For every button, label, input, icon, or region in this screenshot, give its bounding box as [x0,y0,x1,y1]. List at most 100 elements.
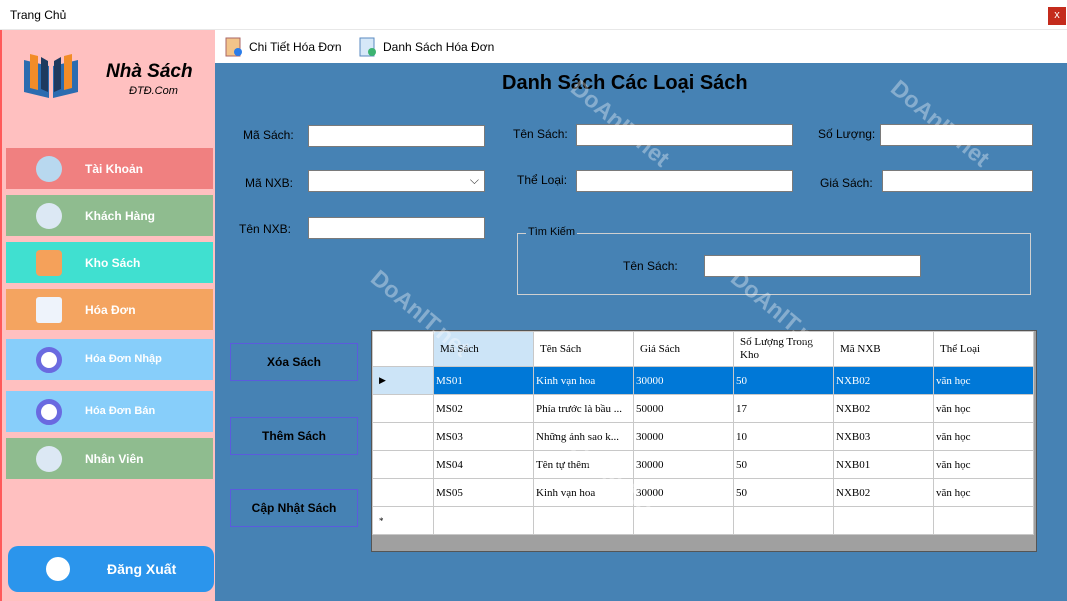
table-cell[interactable]: văn học [933,450,1034,479]
table-cell[interactable]: Phía trước là bầu ... [533,394,634,423]
table-cell[interactable]: 30000 [633,478,734,507]
ma-nxb-label: Mã NXB: [245,176,294,190]
table-cell[interactable] [733,506,834,535]
table-cell[interactable]: MS01 [433,366,534,395]
sidebar-item-khach-hang[interactable]: Khách Hàng [6,195,213,236]
book-logo-icon [24,54,78,98]
sidebar-item-label: Hóa Đơn Nhập [85,353,162,365]
table-cell[interactable] [633,506,734,535]
table-cell[interactable]: Kinh vạn hoa [533,366,634,395]
main-panel: Danh Sách Các Loại Sách Mã Sách: Tên Sác… [215,63,1067,601]
ma-sach-input[interactable] [308,125,485,147]
table-cell[interactable]: văn học [933,394,1034,423]
close-button[interactable]: x [1048,7,1066,25]
search-input[interactable] [704,255,921,277]
sidebar-item-hoa-don-ban[interactable]: Hóa Đơn Bán [6,391,213,432]
column-header[interactable]: Thể Loại [933,331,1034,367]
logout-label: Đăng Xuất [107,561,177,577]
menu-danh-sach-hoa-don[interactable]: Danh Sách Hóa Đơn [358,36,498,58]
employee-icon [36,446,62,472]
table-cell[interactable] [533,506,634,535]
search-groupbox: Tìm Kiếm Tên Sách: [517,226,1031,295]
table-cell[interactable]: MS03 [433,422,534,451]
table-cell[interactable]: 30000 [633,450,734,479]
title-bar: Trang Chủ x [0,0,1067,30]
table-cell[interactable]: Những ảnh sao k... [533,422,634,451]
table-cell[interactable]: văn học [933,422,1034,451]
customer-icon [36,203,62,229]
sidebar: Nhà Sách ĐTĐ.Com Tài Khoản Khách Hàng Kh… [0,30,215,601]
table-cell[interactable]: 50 [733,478,834,507]
sidebar-item-nhan-vien[interactable]: Nhân Viên [6,438,213,479]
table-cell[interactable]: MS02 [433,394,534,423]
table-cell[interactable]: NXB01 [833,450,934,479]
sidebar-item-kho-sach[interactable]: Kho Sách [6,242,213,283]
logout-button[interactable]: Đăng Xuất [8,546,214,592]
search-legend: Tìm Kiếm [526,226,578,238]
ten-nxb-input[interactable] [308,217,485,239]
brand-name: Nhà Sách [106,61,193,82]
update-book-button[interactable]: Cập Nhật Sách [230,489,358,527]
table-row[interactable]: ▶ MS01 Kinh vạn hoa 30000 50 NXB02 văn h… [372,366,1034,395]
table-row[interactable]: MS03 Những ảnh sao k... 30000 10 NXB03 v… [372,422,1034,451]
so-luong-input[interactable] [880,124,1033,146]
table-cell[interactable]: MS05 [433,478,534,507]
table-cell[interactable] [833,506,934,535]
delete-book-button[interactable]: Xóa Sách [230,343,358,381]
sidebar-item-tai-khoan[interactable]: Tài Khoản [6,148,213,189]
user-key-icon [36,156,62,182]
new-row-icon: * [379,515,384,526]
row-header[interactable] [372,450,434,479]
the-loai-input[interactable] [576,170,793,192]
table-cell[interactable] [433,506,534,535]
table-cell[interactable]: NXB03 [833,422,934,451]
row-header[interactable]: ▶ [372,366,434,395]
table-cell[interactable]: 50000 [633,394,734,423]
column-header[interactable]: Số Lượng Trong Kho [733,331,834,367]
books-grid[interactable]: Mã Sách Tên Sách Giá Sách Số Lượng Trong… [371,330,1037,552]
table-cell[interactable]: NXB02 [833,394,934,423]
column-header[interactable]: Giá Sách [633,331,734,367]
table-cell[interactable]: 50 [733,450,834,479]
sidebar-item-label: Hóa Đơn [85,303,136,317]
table-cell[interactable]: văn học [933,478,1034,507]
table-cell[interactable]: 17 [733,394,834,423]
table-cell[interactable]: văn học [933,366,1034,395]
sidebar-item-hoa-don-nhap[interactable]: Hóa Đơn Nhập [6,339,213,380]
gia-sach-label: Giá Sách: [820,176,873,190]
ma-sach-label: Mã Sách: [243,128,294,142]
table-row[interactable]: MS02 Phía trước là bầu ... 50000 17 NXB0… [372,394,1034,423]
table-cell[interactable]: 10 [733,422,834,451]
the-loai-label: Thể Loại: [517,173,568,187]
row-header[interactable] [372,478,434,507]
table-cell[interactable]: MS04 [433,450,534,479]
table-cell[interactable]: NXB02 [833,478,934,507]
table-cell[interactable]: NXB02 [833,366,934,395]
table-cell[interactable]: 50 [733,366,834,395]
table-cell[interactable]: 30000 [633,366,734,395]
invoice-list-icon [359,37,376,57]
table-cell[interactable]: Kinh vạn hoa [533,478,634,507]
column-header[interactable]: Tên Sách [533,331,634,367]
new-table-row[interactable]: * [372,506,1034,535]
radio-icon [36,399,62,425]
table-cell[interactable]: 30000 [633,422,734,451]
menu-chi-tiet-hoa-don[interactable]: Chi Tiết Hóa Đơn [224,36,354,58]
ma-nxb-select[interactable]: ⌵ [308,170,485,192]
row-header[interactable] [372,394,434,423]
column-header[interactable]: Mã Sách [433,331,534,367]
table-row[interactable]: MS05 Kinh vạn hoa 30000 50 NXB02 văn học [372,478,1034,507]
sidebar-item-hoa-don[interactable]: Hóa Đơn [6,289,213,330]
gia-sach-input[interactable] [882,170,1033,192]
invoice-detail-icon [225,37,242,57]
row-header[interactable]: * [372,506,434,535]
row-header[interactable] [372,422,434,451]
logout-icon [46,557,70,581]
add-book-button[interactable]: Thêm Sách [230,417,358,455]
table-row[interactable]: MS04 Tên tự thêm 30000 50 NXB01 văn học [372,450,1034,479]
books-table: Mã Sách Tên Sách Giá Sách Số Lượng Trong… [372,331,1034,535]
column-header[interactable]: Mã NXB [833,331,934,367]
ten-sach-input[interactable] [576,124,793,146]
table-cell[interactable] [933,506,1034,535]
table-cell[interactable]: Tên tự thêm [533,450,634,479]
